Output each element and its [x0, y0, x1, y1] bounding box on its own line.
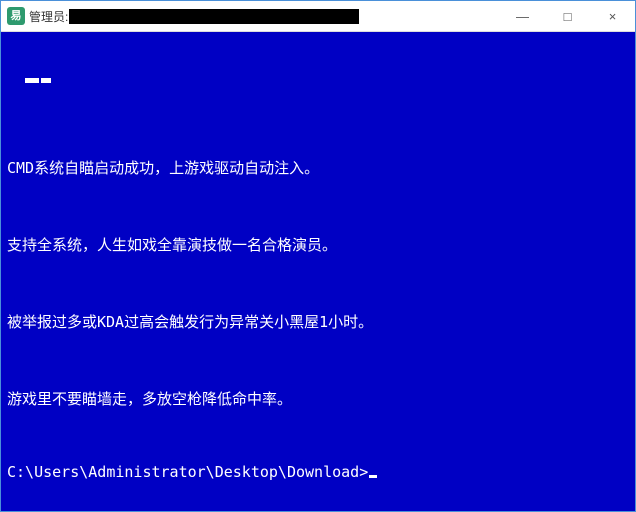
- cursor-icon: [369, 475, 377, 478]
- intro-line: 被举报过多或KDA过高会触发行为异常关小黑屋1小时。: [7, 312, 629, 333]
- app-icon-letter: 易: [11, 11, 22, 22]
- close-button[interactable]: ×: [590, 1, 635, 31]
- console-area[interactable]: CMD系统自瞄启动成功，上游戏驱动自动注入。 支持全系统，人生如戏全靠演技做一名…: [1, 32, 635, 511]
- prompt-line: C:\Users\Administrator\Desktop\Download>: [7, 462, 377, 483]
- maximize-button[interactable]: □: [545, 1, 590, 31]
- intro-line: 支持全系统，人生如戏全靠演技做一名合格演员。: [7, 235, 629, 256]
- app-window: 易 管理员: — □ × CMD系统自瞄启动成功，上游戏驱动自动注入。 支持全系…: [0, 0, 636, 512]
- prompt-path: C:\Users\Administrator\Desktop\Download>: [7, 463, 368, 481]
- intro-line: CMD系统自瞄启动成功，上游戏驱动自动注入。: [7, 158, 629, 179]
- app-icon: 易: [7, 7, 25, 25]
- minimize-button[interactable]: —: [500, 1, 545, 31]
- window-title-prefix: 管理员:: [29, 8, 68, 25]
- titlebar[interactable]: 易 管理员: — □ ×: [1, 1, 635, 32]
- hotkey-list: Alt+ F3键-自动瞄准 [默认开启] Alt+ F4键-自瞄热键 [默认右键…: [7, 495, 629, 511]
- console-ascii-art: [7, 78, 629, 83]
- window-title-redacted: [69, 9, 359, 24]
- window-controls: — □ ×: [500, 1, 635, 31]
- intro-line: 游戏里不要瞄墙走，多放空枪降低命中率。: [7, 389, 629, 410]
